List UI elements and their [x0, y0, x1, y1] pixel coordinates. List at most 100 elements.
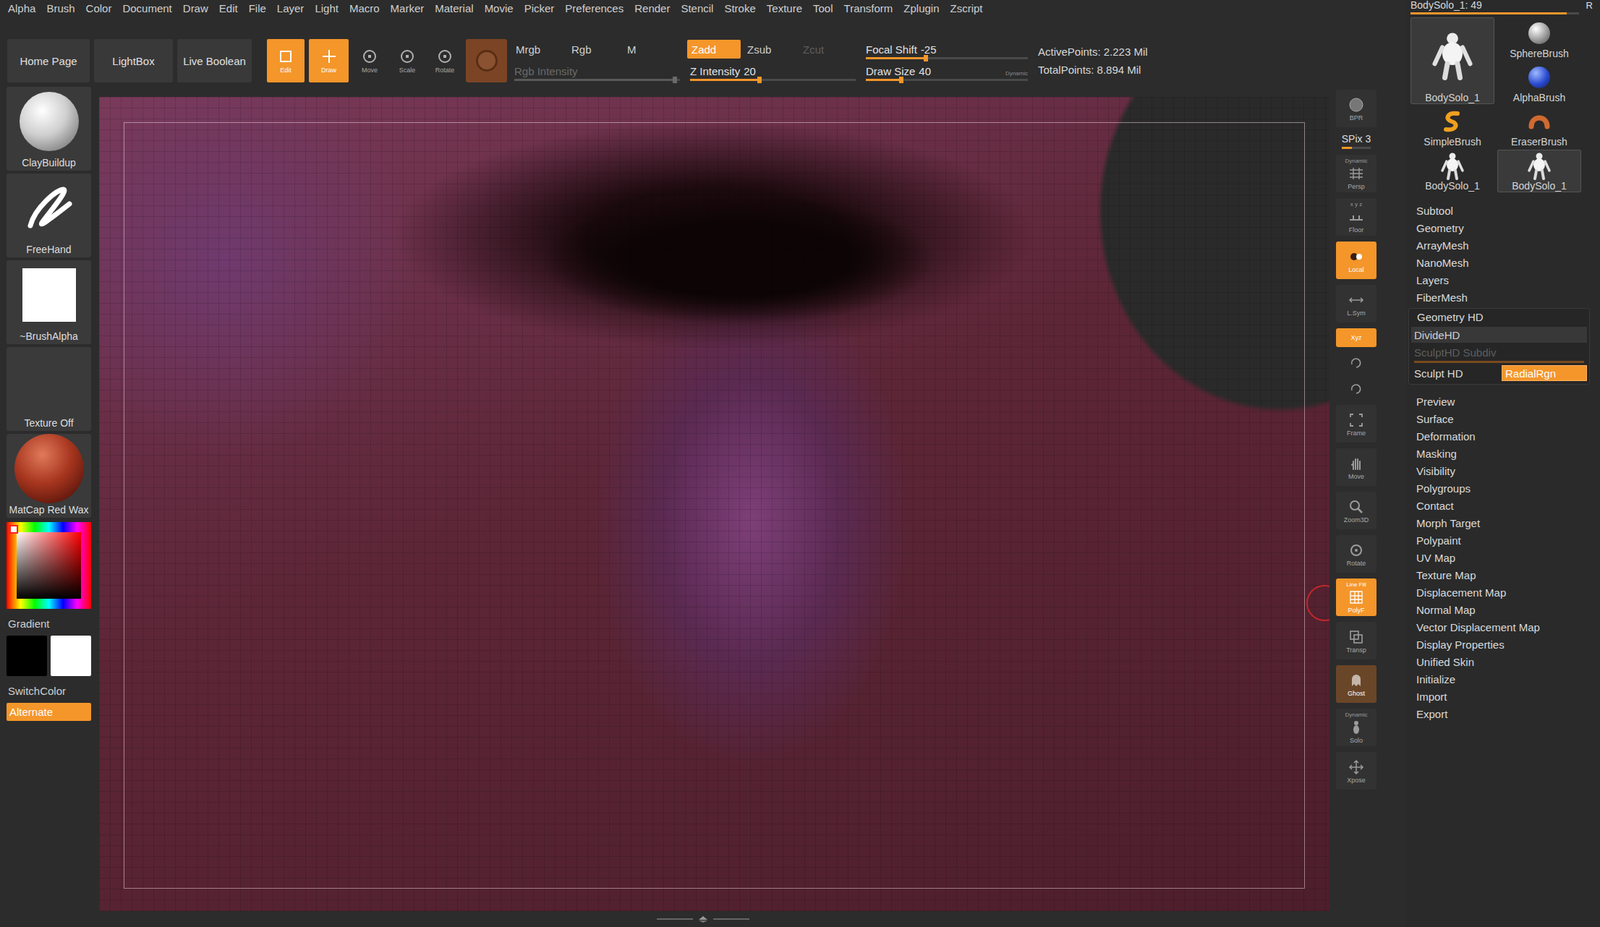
shelf-button[interactable]: DynamicSolo — [1335, 708, 1377, 747]
mode-button[interactable]: Edit — [266, 39, 305, 83]
menu-item[interactable]: Stroke — [724, 2, 756, 15]
shelf-button[interactable]: Xyz — [1335, 328, 1377, 348]
shelf-button[interactable]: Transp — [1335, 622, 1377, 660]
tool-menu-entry[interactable]: Layers — [1416, 271, 1600, 290]
menu-item[interactable]: Light — [314, 2, 339, 15]
slider[interactable]: Draw Size40Dynamic — [862, 61, 1031, 82]
tool-thumbnail[interactable]: SphereBrush — [1497, 17, 1582, 61]
slider-handle[interactable] — [899, 76, 904, 84]
sculpt-hd-button[interactable]: Sculpt HD — [1414, 367, 1464, 380]
menu-item[interactable]: Color — [86, 2, 113, 15]
tool-menu-entry[interactable]: Export — [1416, 705, 1600, 724]
nav-button[interactable]: LightBox — [94, 39, 173, 83]
slider-handle[interactable] — [672, 76, 678, 84]
menu-item[interactable]: Picker — [524, 2, 555, 15]
tool-slider[interactable]: BodySolo_1: 49 — [1410, 0, 1580, 15]
tool-menu-entry[interactable]: Initialize — [1416, 671, 1600, 689]
nav-button[interactable]: Home Page — [7, 39, 90, 83]
tool-menu-entry[interactable]: Import — [1416, 688, 1600, 706]
tool-thumbnail[interactable]: EraserBrush — [1497, 105, 1582, 149]
menu-item[interactable]: Draw — [183, 2, 209, 15]
tool-thumbnail[interactable]: BodySolo_1 — [1497, 149, 1582, 193]
menu-item[interactable]: Material — [434, 2, 474, 15]
menu-item[interactable]: Layer — [277, 2, 305, 15]
tool-menu-entry[interactable]: Preview — [1416, 393, 1600, 411]
gradient-label[interactable]: Gradient — [6, 611, 92, 633]
shelf-button[interactable]: Ghost — [1335, 665, 1377, 704]
menu-item[interactable]: Document — [122, 2, 172, 15]
z-toggle[interactable]: Zsub — [742, 39, 797, 59]
divide-hd-button[interactable]: DivideHD — [1411, 326, 1587, 343]
nav-button[interactable]: Live Boolean — [177, 39, 252, 83]
left-shelf-tile[interactable]: ClayBuildup — [6, 86, 92, 171]
tool-menu-entry[interactable]: Unified Skin — [1416, 653, 1600, 672]
alternate-button[interactable]: Alternate — [6, 703, 92, 722]
menu-item[interactable]: Tool — [813, 2, 834, 15]
menu-item[interactable]: Stencil — [680, 2, 714, 15]
menu-item[interactable]: Render — [634, 2, 670, 15]
tool-menu-entry[interactable]: Geometry — [1416, 219, 1600, 238]
tool-menu-entry[interactable]: Vector Displacement Map — [1416, 619, 1600, 637]
tool-menu-entry[interactable]: ArrayMesh — [1416, 237, 1600, 255]
tool-menu-entry[interactable]: Contact — [1416, 497, 1600, 516]
tool-menu-entry[interactable]: Masking — [1416, 445, 1600, 463]
shelf-button[interactable]: L.Sym — [1335, 284, 1377, 323]
menu-item[interactable]: Alpha — [7, 2, 36, 15]
tool-menu-entry[interactable]: Display Properties — [1416, 636, 1600, 654]
menu-item[interactable]: Movie — [484, 2, 514, 15]
tool-menu-entry[interactable]: Polygroups — [1416, 480, 1600, 498]
z-toggle[interactable]: Zadd — [687, 39, 741, 59]
tool-menu-entry[interactable]: UV Map — [1416, 549, 1600, 568]
menu-item[interactable]: Zscript — [950, 2, 984, 15]
slider-handle[interactable] — [757, 76, 762, 84]
rotate-axis-button[interactable] — [1335, 379, 1377, 400]
tool-thumbnail[interactable]: BodySolo_1 — [1410, 17, 1495, 105]
menu-item[interactable]: Macro — [349, 2, 380, 15]
tool-menu-entry[interactable]: NanoMesh — [1416, 254, 1600, 272]
color-swatch[interactable] — [50, 635, 92, 677]
switch-color-label[interactable]: SwitchColor — [6, 679, 92, 701]
shelf-button[interactable]: Move — [1335, 448, 1377, 487]
tool-menu-entry[interactable]: Morph Target — [1416, 515, 1600, 533]
slider[interactable]: Focal Shift-25 — [862, 39, 1031, 60]
tool-thumbnail[interactable]: BodySolo_1 — [1410, 149, 1495, 193]
tool-menu-entry[interactable]: FiberMesh — [1416, 289, 1600, 307]
shelf-button[interactable]: BPR — [1335, 89, 1377, 128]
rotate-axis-button[interactable] — [1335, 352, 1377, 374]
mode-button[interactable]: Scale — [390, 39, 424, 83]
shelf-button[interactable]: Rotate — [1335, 535, 1377, 573]
left-shelf-tile[interactable]: Texture Off — [6, 347, 92, 432]
menu-item[interactable]: Edit — [219, 2, 238, 15]
tool-thumbnail[interactable]: AlphaBrush — [1497, 61, 1582, 105]
tool-menu-entry[interactable]: Visibility — [1416, 462, 1600, 481]
color-swatch[interactable] — [6, 635, 48, 677]
left-shelf-tile[interactable]: FreeHand — [6, 173, 92, 258]
geometry-hd-header[interactable]: Geometry HD — [1411, 310, 1587, 325]
mode-button[interactable]: Draw — [308, 39, 349, 83]
tool-menu-entry[interactable]: Displacement Map — [1416, 584, 1600, 602]
mode-button[interactable]: Move — [352, 39, 387, 83]
left-shelf-tile[interactable]: ~BrushAlpha — [6, 260, 92, 345]
rgb-toggle[interactable]: Mrgb — [511, 39, 565, 59]
shelf-button[interactable]: x y zFloor — [1335, 198, 1377, 236]
color-picker[interactable] — [6, 522, 92, 610]
slider-track[interactable] — [865, 78, 1028, 82]
menu-item[interactable]: Brush — [46, 2, 75, 15]
menu-item[interactable]: Texture — [766, 2, 803, 15]
tool-menu-entry[interactable]: Subtool — [1416, 202, 1600, 220]
rgb-toggle[interactable]: M — [622, 39, 677, 59]
slider-handle[interactable] — [923, 54, 929, 62]
shelf-button[interactable]: Frame — [1335, 405, 1377, 443]
slider-track[interactable] — [690, 78, 856, 82]
spix-slider[interactable]: SPix 3 — [1335, 133, 1377, 150]
menu-item[interactable]: Preferences — [564, 2, 624, 15]
color-swatch[interactable] — [465, 39, 508, 83]
tool-thumbnail[interactable]: SimpleBrush — [1410, 105, 1495, 149]
shelf-button[interactable]: Zoom3D — [1335, 491, 1377, 530]
slider-track[interactable] — [1410, 12, 1580, 15]
color-square[interactable] — [16, 532, 82, 599]
viewport-render[interactable] — [99, 96, 1330, 912]
left-shelf-tile[interactable]: MatCap Red Wax — [6, 433, 92, 518]
menu-item[interactable]: File — [248, 2, 267, 15]
tool-menu-entry[interactable]: Polypaint — [1416, 532, 1600, 550]
